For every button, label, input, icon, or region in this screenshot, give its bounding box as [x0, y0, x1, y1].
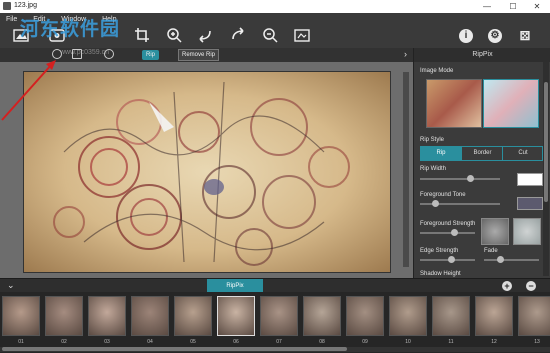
- filmstrip-frame[interactable]: [260, 296, 298, 336]
- rip-style-rip[interactable]: Rip: [421, 147, 461, 160]
- chevron-right-icon[interactable]: ›: [404, 49, 407, 59]
- foreground-tone-label: Foreground Tone: [420, 192, 466, 198]
- window-title: 123.jpg: [14, 2, 37, 9]
- filmstrip: 01 02 03 04 05 06 07 08 09 10 11 12 13: [0, 292, 550, 353]
- rip-style-segmented: Rip Border Cut: [420, 146, 543, 161]
- foreground-tone-knob[interactable]: [432, 200, 439, 207]
- filmstrip-frame-number: 13: [534, 339, 540, 345]
- menu-file[interactable]: File: [6, 16, 17, 23]
- panel-title: RipPix: [414, 48, 550, 62]
- undo-icon[interactable]: [197, 27, 213, 43]
- fit-icon[interactable]: [294, 27, 310, 43]
- rip-width-color-swatch[interactable]: [517, 173, 543, 186]
- image-mode-option-color[interactable]: [426, 79, 482, 128]
- image-mode-option-tinted[interactable]: [483, 79, 539, 128]
- edge-strength-label: Edge Strength: [420, 248, 459, 254]
- filmstrip-frame-number: 01: [18, 339, 24, 345]
- add-preset-icon[interactable]: +: [502, 281, 512, 291]
- foreground-strength-slider[interactable]: [420, 229, 475, 236]
- filmstrip-frame[interactable]: [346, 296, 384, 336]
- filmstrip-frame-number: 03: [104, 339, 110, 345]
- remove-preset-icon[interactable]: −: [526, 281, 536, 291]
- zoom-out-icon[interactable]: [262, 27, 278, 43]
- chevron-down-icon[interactable]: ⌄: [7, 280, 15, 291]
- filmstrip-frame[interactable]: [131, 296, 169, 336]
- fade-slider[interactable]: [484, 256, 539, 263]
- maximize-button[interactable]: ☐: [500, 0, 526, 13]
- filmstrip-frame[interactable]: [303, 296, 341, 336]
- edge-strength-knob[interactable]: [448, 256, 455, 263]
- filmstrip-frame[interactable]: [174, 296, 212, 336]
- filmstrip-frame-number: 11: [448, 339, 454, 345]
- crop-icon[interactable]: [134, 27, 150, 43]
- foreground-tone-color-swatch[interactable]: [517, 197, 543, 210]
- filmstrip-scrollbar[interactable]: [0, 347, 550, 352]
- filmstrip-frame-number: 04: [147, 339, 153, 345]
- remove-rip-button[interactable]: Remove Rip: [178, 49, 220, 61]
- zoom-in-icon[interactable]: [166, 27, 182, 43]
- foreground-tone-slider[interactable]: [420, 200, 500, 207]
- app-icon: [3, 2, 11, 10]
- rip-style-border[interactable]: Border: [461, 147, 503, 160]
- filmstrip-frame-number: 08: [319, 339, 325, 345]
- filmstrip-bar: ⌄ RipPix + −: [0, 278, 550, 293]
- canvas-vertical-scrollbar[interactable]: [403, 72, 409, 267]
- filmstrip-frame-number: 10: [405, 339, 411, 345]
- filmstrip-frame-number: 12: [491, 339, 497, 345]
- ripped-photo[interactable]: [24, 72, 390, 272]
- title-bar: 123.jpg — ☐ ✕: [0, 0, 550, 14]
- redo-icon[interactable]: [230, 27, 246, 43]
- rip-button[interactable]: Rip: [142, 50, 160, 60]
- watermark-logo: 河东软件园: [20, 19, 121, 40]
- rip-width-knob[interactable]: [467, 175, 474, 182]
- filmstrip-frame[interactable]: [432, 296, 470, 336]
- close-button[interactable]: ✕: [524, 0, 550, 13]
- fade-knob[interactable]: [497, 256, 504, 263]
- gear-icon[interactable]: ⚙: [488, 29, 502, 43]
- watermark-url: www.pc0359.cn: [60, 49, 110, 56]
- texture-swatch-1[interactable]: [481, 218, 509, 245]
- filmstrip-frame[interactable]: [2, 296, 40, 336]
- filmstrip-frame-number: 06: [233, 339, 239, 345]
- texture-swatch-2[interactable]: [513, 218, 541, 245]
- filmstrip-frame-number: 09: [362, 339, 368, 345]
- filmstrip-frame[interactable]: [217, 296, 255, 336]
- rip-style-label: Rip Style: [420, 137, 445, 143]
- panel-scrollbar[interactable]: [543, 62, 549, 276]
- filmstrip-tab[interactable]: RipPix: [207, 279, 263, 293]
- filmstrip-frame[interactable]: [389, 296, 427, 336]
- foreground-strength-knob[interactable]: [451, 229, 458, 236]
- foreground-strength-label: Foreground Strength: [420, 221, 476, 227]
- filmstrip-frame[interactable]: [45, 296, 83, 336]
- canvas-area[interactable]: [0, 62, 413, 278]
- minimize-button[interactable]: —: [474, 0, 500, 13]
- filmstrip-frame[interactable]: [88, 296, 126, 336]
- filmstrip-frame-number: 02: [61, 339, 67, 345]
- dice-icon[interactable]: ⚄: [518, 29, 532, 43]
- filmstrip-frame[interactable]: [475, 296, 513, 336]
- image-mode-label: Image Mode: [420, 68, 454, 74]
- rip-width-label: Rip Width: [420, 166, 447, 172]
- rip-width-slider[interactable]: [420, 175, 500, 182]
- edge-strength-slider[interactable]: [420, 256, 475, 263]
- fade-label: Fade: [484, 248, 498, 254]
- filmstrip-frame-number: 07: [276, 339, 282, 345]
- filmstrip-frame-number: 05: [190, 339, 196, 345]
- rip-style-cut[interactable]: Cut: [502, 147, 543, 160]
- info-icon[interactable]: i: [459, 29, 473, 43]
- shadow-height-label: Shadow Height: [420, 271, 461, 277]
- filmstrip-frame[interactable]: [518, 296, 550, 336]
- rippix-panel: RipPix Image Mode Rip Style Rip Border C…: [413, 48, 550, 278]
